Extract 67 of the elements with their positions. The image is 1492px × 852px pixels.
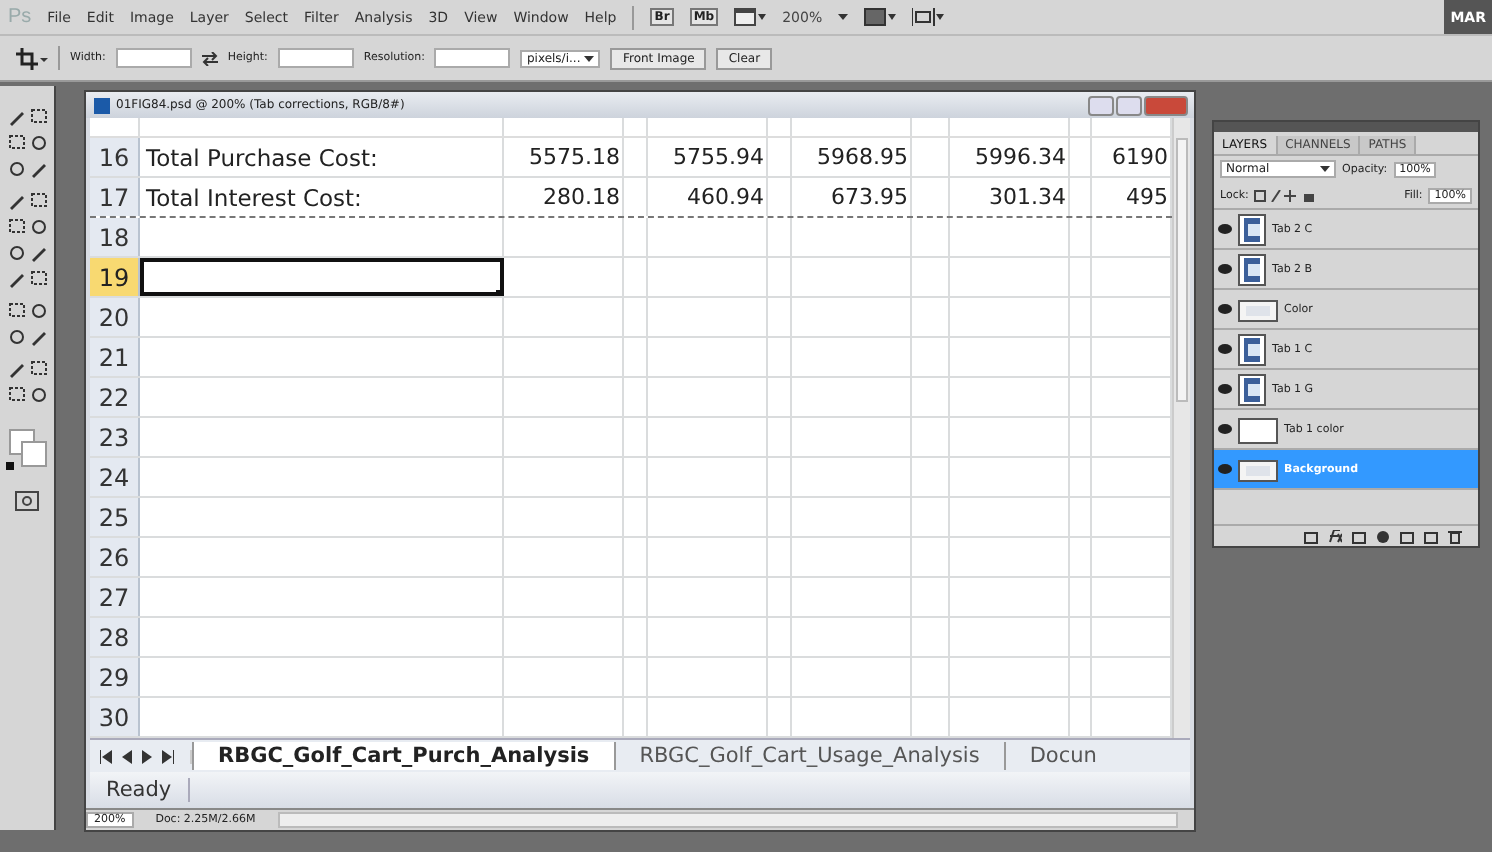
table-cell: Total Interest Cost: [140,178,504,216]
row-header[interactable]: 17 [90,178,140,216]
swap-icon[interactable] [201,51,218,65]
table-cell: 460.94 [648,178,768,216]
previous-sheet-icon[interactable] [122,749,132,763]
eye-icon[interactable] [1218,424,1232,434]
dropdown-arrow-icon[interactable] [1320,166,1330,172]
layer-thumbnail [1238,253,1266,285]
eye-icon[interactable] [1218,224,1232,234]
height-field[interactable] [277,48,354,68]
arrange-icon[interactable] [864,8,897,26]
vertical-scrollbar[interactable] [1172,118,1190,738]
eye-icon[interactable] [1218,384,1232,394]
sheet-tab[interactable]: Docun [1003,742,1121,770]
sheet-tab[interactable]: RBGC_Golf_Cart_Purch_Analysis [192,742,614,770]
table-cell: Total Purchase Cost: [140,138,504,176]
row-header[interactable]: 19 [90,258,140,296]
dropdown-arrow-icon[interactable] [584,55,595,61]
app-logo: Ps [8,6,32,28]
layer-thumbnail [1238,213,1266,245]
horizontal-scrollbar[interactable] [277,812,1178,828]
document-icon [94,97,110,113]
row-header[interactable]: 25 [90,498,140,536]
row-header[interactable]: 27 [90,578,140,616]
table-cell: 280.18 [504,178,624,216]
eye-icon[interactable] [1218,304,1232,314]
eye-icon[interactable] [1218,344,1232,354]
row-header[interactable]: 20 [90,298,140,336]
row-header[interactable]: 23 [90,418,140,456]
row-header[interactable]: 24 [90,458,140,496]
row-header[interactable]: 16 [90,138,140,176]
row-header[interactable]: 26 [90,538,140,576]
first-sheet-icon[interactable] [100,749,112,763]
row-header[interactable]: 21 [90,338,140,376]
maximize-button[interactable] [1116,95,1142,115]
next-sheet-icon[interactable] [142,749,152,763]
table-cell: 5968.95 [792,138,912,176]
row-header[interactable]: 22 [90,378,140,416]
dropdown-arrow-icon[interactable] [838,14,849,20]
row-header[interactable]: 30 [90,698,140,736]
close-button[interactable] [1144,95,1188,115]
table-cell: 301.34 [950,178,1070,216]
resolution-field[interactable] [434,48,511,68]
eye-icon[interactable] [1218,264,1232,274]
layer-thumbnail [1238,413,1278,445]
trash-icon[interactable] [1448,529,1462,543]
row-header[interactable]: 18 [90,218,140,256]
minimize-button[interactable] [1088,95,1114,115]
fx-icon[interactable] [1328,529,1342,543]
layer-thumbnail [1238,373,1266,405]
table-cell: 5996.34 [950,138,1070,176]
row-header[interactable]: 28 [90,618,140,656]
width-field[interactable] [115,48,192,68]
lock-options-icon[interactable] [1254,189,1315,201]
last-sheet-icon[interactable] [162,749,174,763]
table-cell: 673.95 [792,178,912,216]
row-header[interactable]: 29 [90,658,140,696]
workspace-icon[interactable] [912,8,945,26]
eye-icon[interactable] [1218,464,1232,474]
status-text: Ready [90,778,190,802]
layer-thumbnail [1238,333,1266,365]
screen-mode-icon[interactable] [734,8,767,26]
table-cell: 5575.18 [504,138,624,176]
sheet-tab[interactable]: RBGC_Golf_Cart_Usage_Analysis [613,742,1004,770]
table-cell: 5755.94 [648,138,768,176]
active-cell[interactable] [140,258,504,296]
crop-tool-icon[interactable] [16,47,48,69]
